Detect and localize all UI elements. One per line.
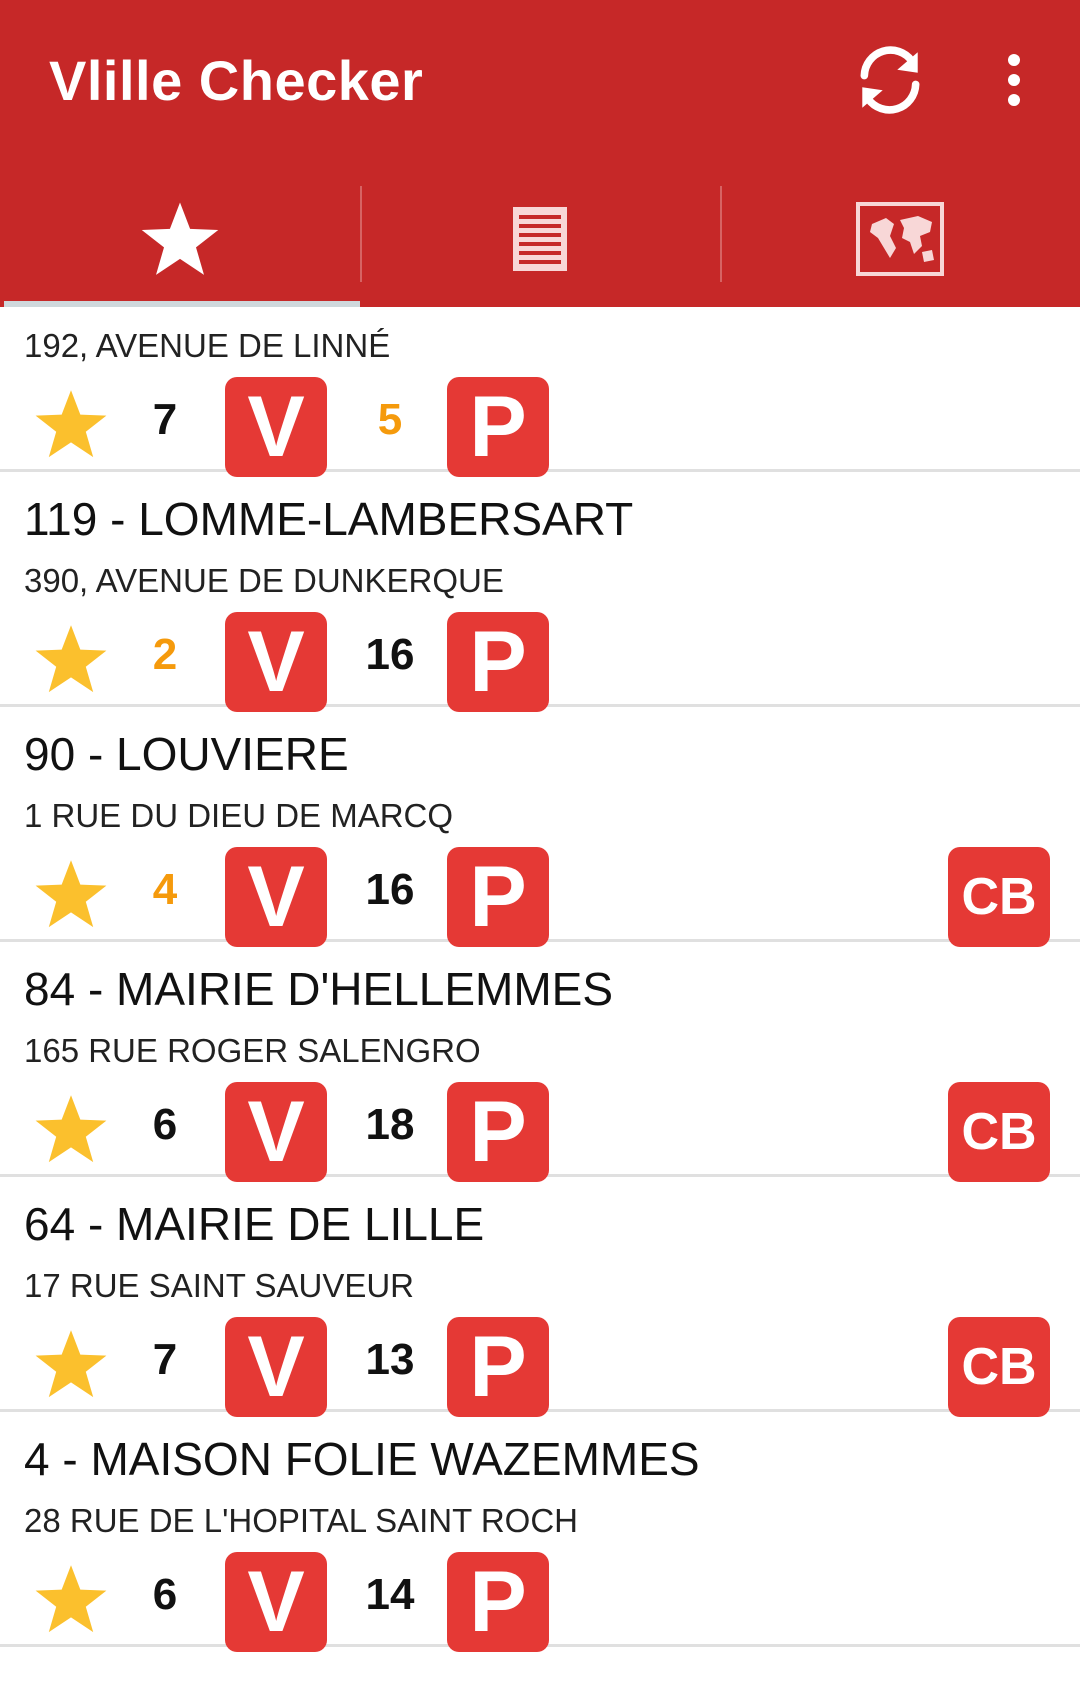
station-name: 119 - LOMME-LAMBERSART [24, 493, 634, 545]
bikes-badge: V [225, 1082, 327, 1182]
overflow-menu-icon [1008, 54, 1020, 106]
refresh-button[interactable] [848, 38, 932, 122]
bikes-badge: V [225, 377, 327, 477]
favorite-star-icon[interactable] [32, 1092, 110, 1166]
app-bar: Vlille Checker [0, 0, 1080, 307]
available-stands-count: 16 [365, 865, 415, 914]
favorite-star-icon[interactable] [32, 1562, 110, 1636]
stands-badge: P [447, 377, 549, 477]
stands-badge: P [447, 1317, 549, 1417]
overflow-menu-button[interactable] [990, 50, 1038, 110]
station-address: 1 RUE DU DIEU DE MARCQ [24, 797, 454, 834]
stands-badge: P [447, 1552, 549, 1652]
station-address: 17 RUE SAINT SAUVEUR [24, 1267, 415, 1304]
tab-favorites[interactable] [0, 170, 360, 307]
stands-badge: P [447, 1082, 549, 1182]
station-list[interactable]: 210 - LINNE 192, AVENUE DE LINNÉ 7 V 5 P… [0, 307, 1080, 1699]
available-stands-count: 16 [365, 630, 415, 679]
star-icon [141, 201, 219, 275]
tab-map[interactable] [720, 170, 1080, 307]
available-bikes-count: 6 [152, 1100, 178, 1149]
bikes-badge: V [225, 847, 327, 947]
available-bikes-count: 4 [152, 865, 178, 914]
app-title: Vlille Checker [49, 49, 424, 112]
available-stands-count: 5 [377, 395, 403, 444]
available-stands-count: 14 [365, 1570, 415, 1619]
favorite-star-icon[interactable] [32, 387, 110, 461]
available-bikes-count: 7 [152, 395, 178, 444]
station-address: 192, AVENUE DE LINNÉ [24, 327, 391, 364]
favorite-star-icon[interactable] [32, 857, 110, 931]
credit-card-badge: CB [948, 1082, 1050, 1182]
bikes-badge: V [225, 1317, 327, 1417]
available-bikes-count: 7 [152, 1335, 178, 1384]
tab-bar [0, 170, 1080, 307]
station-row[interactable]: 4 - MAISON FOLIE WAZEMMES 28 RUE DE L'HO… [0, 1412, 1080, 1652]
station-address: 390, AVENUE DE DUNKERQUE [24, 562, 504, 599]
station-name: 84 - MAIRIE D'HELLEMMES [24, 963, 614, 1015]
refresh-icon [860, 46, 920, 114]
credit-card-badge: CB [948, 847, 1050, 947]
available-stands-count: 13 [365, 1335, 415, 1384]
station-address: 165 RUE ROGER SALENGRO [24, 1032, 481, 1069]
world-map-icon [856, 201, 944, 276]
station-row[interactable]: 64 - MAIRIE DE LILLE 17 RUE SAINT SAUVEU… [0, 1177, 1080, 1417]
bikes-badge: V [225, 1552, 327, 1652]
station-address: 28 RUE DE L'HOPITAL SAINT ROCH [24, 1502, 578, 1539]
tab-list[interactable] [360, 170, 720, 307]
available-stands-count: 18 [365, 1100, 415, 1149]
station-name: 4 - MAISON FOLIE WAZEMMES [24, 1433, 700, 1485]
available-bikes-count: 2 [152, 630, 178, 679]
station-row[interactable]: 210 - LINNE 192, AVENUE DE LINNÉ 7 V 5 P [0, 307, 1080, 477]
list-icon [513, 206, 567, 271]
favorite-star-icon[interactable] [32, 1327, 110, 1401]
credit-card-badge: CB [948, 1317, 1050, 1417]
stands-badge: P [447, 612, 549, 712]
station-row[interactable]: 90 - LOUVIERE 1 RUE DU DIEU DE MARCQ 4 V… [0, 707, 1080, 947]
station-name: 210 - LINNE [24, 307, 277, 311]
favorite-star-icon[interactable] [32, 622, 110, 696]
stands-badge: P [447, 847, 549, 947]
station-name: 64 - MAIRIE DE LILLE [24, 1198, 485, 1250]
station-name: 90 - LOUVIERE [24, 728, 349, 780]
available-bikes-count: 6 [152, 1570, 178, 1619]
station-row[interactable]: 84 - MAIRIE D'HELLEMMES 165 RUE ROGER SA… [0, 942, 1080, 1182]
bikes-badge: V [225, 612, 327, 712]
station-row[interactable]: 119 - LOMME-LAMBERSART 390, AVENUE DE DU… [0, 472, 1080, 712]
